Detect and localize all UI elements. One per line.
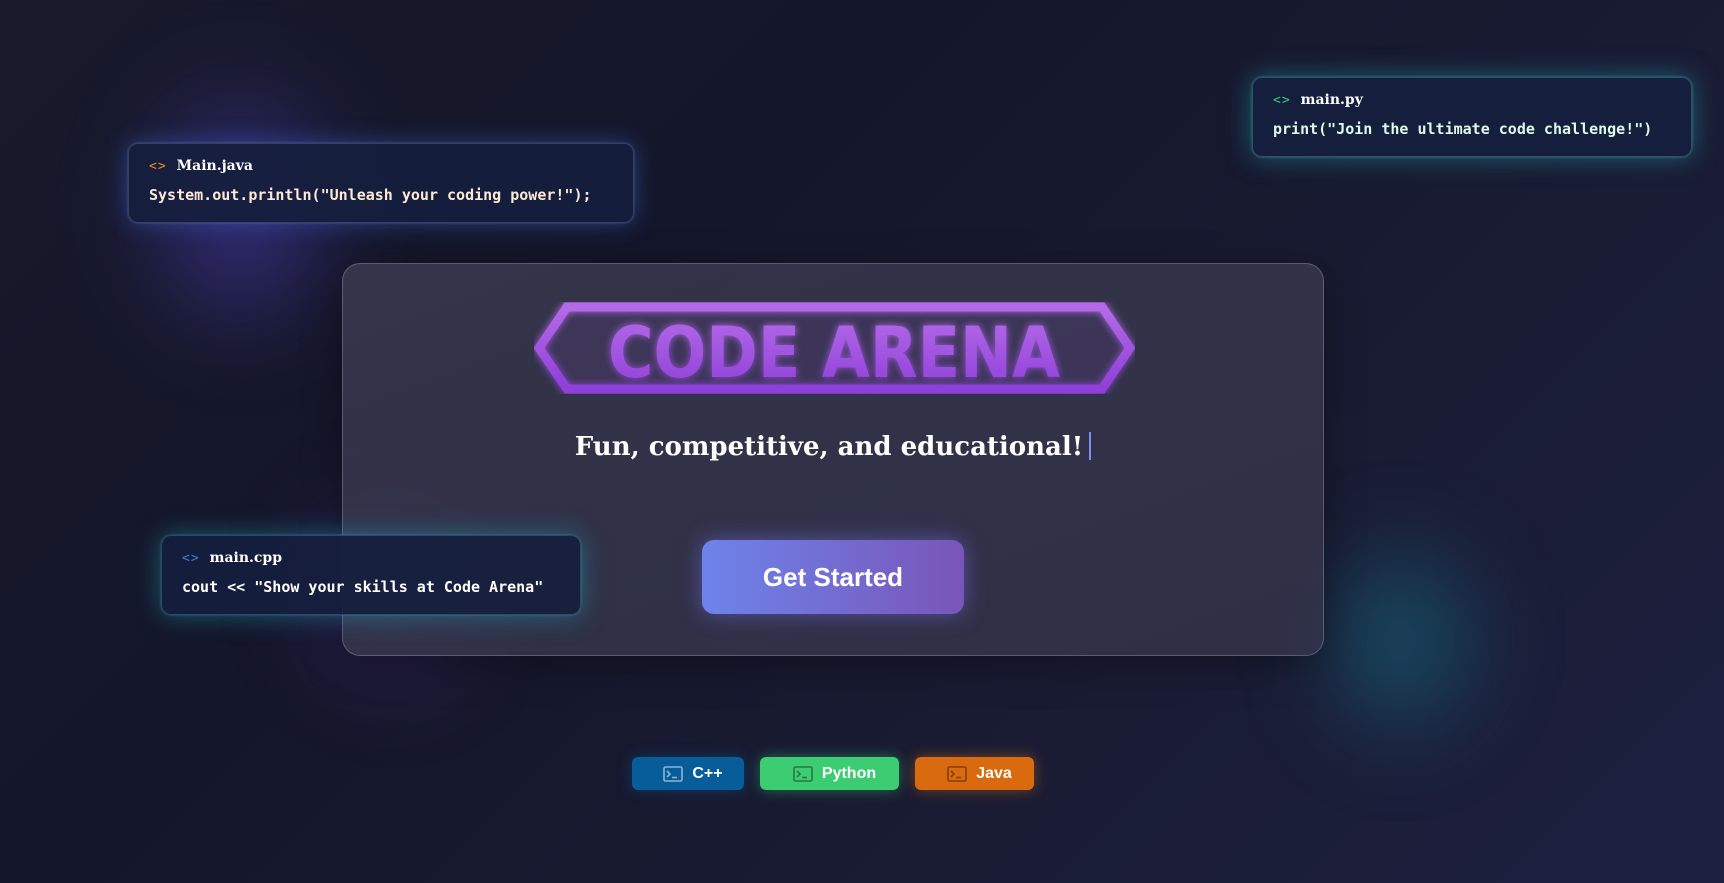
language-label: C++ <box>692 764 723 782</box>
language-label: Python <box>821 764 877 782</box>
language-button-python[interactable]: Python <box>760 757 899 790</box>
terminal-icon <box>663 765 684 782</box>
code-card-java: <> Main.java System.out.println("Unleash… <box>128 143 634 223</box>
code-card-header: <> Main.java <box>149 156 613 176</box>
tagline-text: Fun, competitive, and educational! <box>574 432 1084 462</box>
code-card-header: <> main.py <box>1273 90 1671 110</box>
terminal-icon <box>947 765 968 782</box>
logo-text: CODE ARENA <box>608 312 1060 394</box>
code-brackets-icon: <> <box>1273 92 1291 108</box>
language-label: Java <box>976 764 1012 782</box>
terminal-icon <box>793 765 813 782</box>
code-card-header: <> main.cpp <box>182 548 560 568</box>
background-glow-teal <box>1300 520 1500 760</box>
file-name: main.cpp <box>209 550 283 566</box>
code-arena-logo: CODE ARENA <box>534 302 1135 394</box>
language-button-cpp[interactable]: C++ <box>632 757 744 790</box>
language-button-java[interactable]: Java <box>915 757 1034 790</box>
code-card-cpp: <> main.cpp cout << "Show your skills at… <box>161 535 581 615</box>
code-snippet: print("Join the ultimate code challenge!… <box>1273 120 1653 138</box>
code-card-python: <> main.py print("Join the ultimate code… <box>1252 77 1692 157</box>
file-name: Main.java <box>176 158 253 174</box>
code-brackets-icon: <> <box>182 550 200 566</box>
code-snippet: System.out.println("Unleash your coding … <box>149 186 592 204</box>
typing-caret <box>1089 432 1092 460</box>
file-name: main.py <box>1300 92 1363 108</box>
code-brackets-icon: <> <box>149 158 167 174</box>
language-selector: C++ Python Java <box>632 757 1034 790</box>
tagline: Fun, competitive, and educational! <box>343 432 1323 462</box>
code-snippet: cout << "Show your skills at Code Arena" <box>182 578 544 596</box>
get-started-button[interactable]: Get Started <box>702 540 964 614</box>
